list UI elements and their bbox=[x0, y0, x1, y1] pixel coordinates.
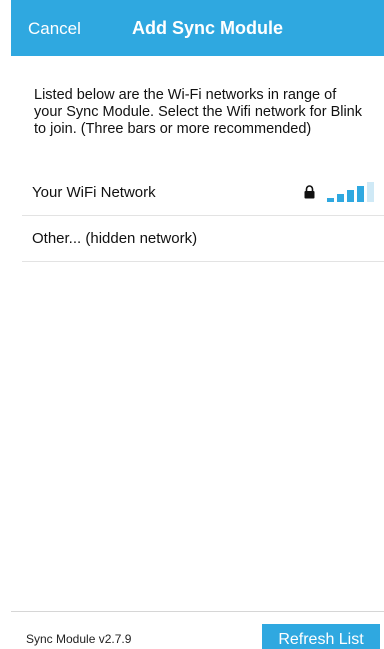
footer-divider bbox=[11, 611, 384, 612]
network-name: Other... (hidden network) bbox=[32, 230, 198, 247]
network-row-hidden[interactable]: Other... (hidden network) bbox=[22, 216, 384, 262]
signal-bar bbox=[347, 190, 354, 202]
add-sync-module-screen: Cancel Add Sync Module Listed below are … bbox=[0, 0, 384, 649]
signal-bar bbox=[357, 186, 364, 202]
instructions-text: Listed below are the Wi-Fi networks in r… bbox=[34, 87, 362, 137]
signal-bar bbox=[337, 194, 344, 202]
network-name: Your WiFi Network bbox=[32, 184, 156, 201]
cancel-button[interactable]: Cancel bbox=[28, 19, 81, 39]
lock-icon bbox=[304, 185, 315, 199]
network-list: Your WiFi Network Other... (hidden netwo… bbox=[22, 170, 384, 262]
refresh-list-button[interactable]: Refresh List bbox=[262, 624, 380, 649]
signal-bar bbox=[327, 198, 334, 202]
signal-bar bbox=[367, 182, 374, 202]
version-label: Sync Module v2.7.9 bbox=[26, 632, 132, 646]
network-row-your-wifi[interactable]: Your WiFi Network bbox=[22, 170, 384, 216]
wifi-bars-icon bbox=[327, 182, 374, 202]
nav-header: Cancel Add Sync Module bbox=[11, 0, 384, 56]
page-title: Add Sync Module bbox=[132, 18, 284, 38]
